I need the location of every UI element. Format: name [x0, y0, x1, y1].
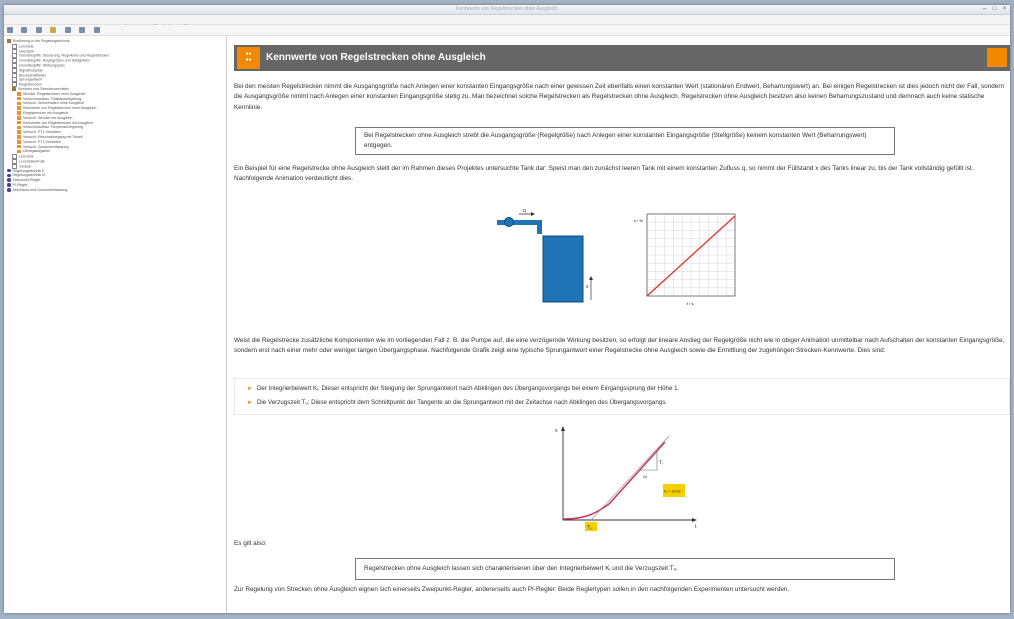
step-response-curve: [562, 441, 666, 520]
orange-icon: [17, 111, 21, 115]
sidebar-item-label: Kennwerte von Regelstrecken mit Ausgleic…: [23, 120, 94, 125]
summary-box: Regelstrecken ohne Ausgleich lassen sich…: [355, 558, 895, 580]
intro-paragraph: Bei den meisten Regelstrecken nimmt die …: [234, 83, 1005, 111]
orange-icon: [17, 92, 21, 96]
orange-icon: [17, 101, 21, 106]
home-icon[interactable]: [35, 27, 42, 33]
y-axis-label: x / %: [634, 218, 643, 223]
pipe-down: [537, 220, 542, 234]
list-item-text: Der Integrierbeiwert Kᵢ: Dieser entspric…: [256, 385, 680, 392]
sidebar-item-label: PI-Regler: [12, 182, 28, 187]
search-icon[interactable]: [79, 27, 86, 33]
bullet-icon: [7, 168, 11, 173]
orange-icon: [17, 130, 21, 134]
es-gilt-label: Es gilt also:: [234, 540, 267, 547]
flow-arrow-head: [531, 212, 535, 216]
sidebar-item-label: Übungsaufgaben: [23, 149, 51, 154]
orange-icon: [17, 149, 21, 154]
menu-bar: Datei Bearbeiten Ansicht Optionen Werkze…: [4, 15, 1010, 29]
sidebar-item-label: Einführung in die Regelungstechnik: [13, 39, 70, 43]
bullet-icon: [7, 178, 11, 182]
sidebar-item-label: Versuchsaufbau: Füllstandsregelung: [23, 96, 82, 101]
bullet-icon: [7, 173, 11, 178]
bullet-icon: [7, 183, 11, 187]
level-label: x: [586, 284, 589, 290]
arrow-right-icon: ►: [247, 386, 253, 392]
list-item-text: Die Verzugszeit Tᵤ: Diese entspricht dem…: [256, 399, 668, 406]
orange-icon: [17, 125, 21, 130]
book-icon: [7, 39, 11, 43]
arrow-right-icon: ►: [247, 400, 253, 406]
sidebar-item-label: Strecken und Streckenverhalten: [18, 86, 70, 91]
content-pane: ●● ●● Kennwerte von Regelstrecken ohne Au…: [227, 36, 1010, 613]
sidebar-item-label: Versuch: Einschaltvorgang mit Totzeit: [23, 134, 83, 139]
title-bar: Kennwerte von Regelstrecken ohne Ausglei…: [4, 5, 1010, 15]
sidebar-item-label: Versuch: Strecke mit Ausgleich: [23, 115, 73, 120]
ti-label: Tᵢ: [659, 460, 663, 466]
tank-animation-figure: q x t / s x / %: [497, 208, 736, 306]
page-title: Kennwerte von Regelstrecken ohne Ausglei…: [266, 52, 486, 63]
orange-icon: [17, 144, 21, 149]
tu-label: Tᵤ: [587, 525, 592, 531]
toolbar: [4, 25, 1010, 36]
orange-icon: [17, 116, 21, 120]
sidebar-item-label: Versuch: Zusammenfassung: [23, 144, 69, 149]
x-axis-label: t / s: [687, 301, 693, 306]
level-arrow-head: [589, 276, 593, 280]
brand-logo: ●● ●●: [237, 47, 260, 69]
brand-logo-right: [987, 48, 1007, 67]
sidebar-item-label: Regelungstechnik II: [12, 168, 45, 173]
bullet-icon: [7, 188, 11, 192]
sidebar-item-label: Kennwerte von Regelstrecken ohne Ausglei…: [23, 106, 97, 111]
orange-icon: [17, 135, 21, 139]
parameter-list: ► Der Integrierbeiwert Kᵢ: Dieser entspri…: [234, 378, 1010, 415]
sidebar-item-label: Abschluss und Zusammenfassung: [12, 187, 68, 192]
page-header: ●● ●● Kennwerte von Regelstrecken ohne Au…: [234, 45, 1010, 71]
orange-icon: [17, 106, 21, 110]
step-response-figure: x t Tᵢ Δt Kᵢ = Δx/Δt Tᵤ: [555, 426, 697, 531]
close-icon[interactable]: ×: [1001, 6, 1008, 12]
tank: [542, 235, 584, 303]
forward-icon[interactable]: [21, 27, 28, 33]
sidebar-item-label: Versuch: Zeitverhalten ohne Ausgleich: [23, 101, 85, 106]
level-chart: t / s x / %: [634, 213, 736, 306]
inflow-pipe: [497, 220, 541, 225]
sidebar-item-label: Regelstrecken mit Ausgleich: [23, 110, 69, 115]
tangent-line: [590, 435, 670, 521]
delta-label: Δt: [643, 474, 648, 479]
print-icon[interactable]: [64, 27, 71, 33]
sidebar-item-label: Strecke: Regelstrecken ohne Ausgleich: [23, 91, 86, 96]
back-icon[interactable]: [7, 27, 13, 33]
definition-box: Bei Regelstrecken ohne Ausgleich strebt …: [355, 127, 895, 155]
closing-paragraph: Zur Regelung von Strecken ohne Ausgleich…: [234, 586, 790, 593]
bookmark-icon[interactable]: [50, 27, 57, 33]
sidebar-tree: Einführung in die Regelungstechnik Lernzi…: [4, 36, 227, 613]
y-axis-label: x: [555, 428, 558, 434]
example-paragraph: Ein Beispiel für eine Regelstrecke ohne …: [234, 165, 974, 183]
book-icon: [12, 87, 16, 91]
application-window: Kennwerte von Regelstrecken ohne Ausglei…: [4, 5, 1010, 613]
sidebar-item[interactable]: Abschluss und Zusammenfassung: [4, 188, 226, 193]
sidebar-item-label: Regelungstechnik III: [12, 173, 46, 178]
orange-icon: [17, 140, 21, 144]
ki-formula: Kᵢ = Δx/Δt: [664, 490, 681, 494]
t-axis-arrow: [692, 518, 697, 522]
maximize-icon[interactable]: □: [991, 6, 998, 12]
sidebar-item-label: Versuch: PT1-Verhalten: [23, 130, 61, 135]
window-title: Kennwerte von Regelstrecken ohne Ausglei…: [455, 6, 558, 12]
orange-icon: [17, 120, 21, 125]
list-item: ► Die Verzugszeit Tᵤ: Diese entspricht de…: [247, 399, 667, 406]
y-axis-arrow: [561, 426, 565, 431]
flow-label: q: [523, 208, 526, 214]
sidebar-item-label: Versuchsaufbau: Temperaturregelung: [23, 125, 83, 130]
minimize-icon[interactable]: –: [981, 6, 988, 12]
sidebar-item-label: Versuch: PT2-Verhalten: [23, 139, 61, 144]
settings-icon[interactable]: [93, 27, 100, 33]
orange-icon: [17, 96, 21, 101]
sidebar-item-label: Zweipunkt-Regler: [12, 178, 41, 183]
component-paragraph: Weist die Regelstrecke zusätzliche Kompo…: [234, 337, 1005, 355]
pump-icon: [504, 217, 514, 227]
t-axis-label: t: [695, 524, 697, 530]
list-item: ► Der Integrierbeiwert Kᵢ: Dieser entspri…: [247, 385, 679, 392]
